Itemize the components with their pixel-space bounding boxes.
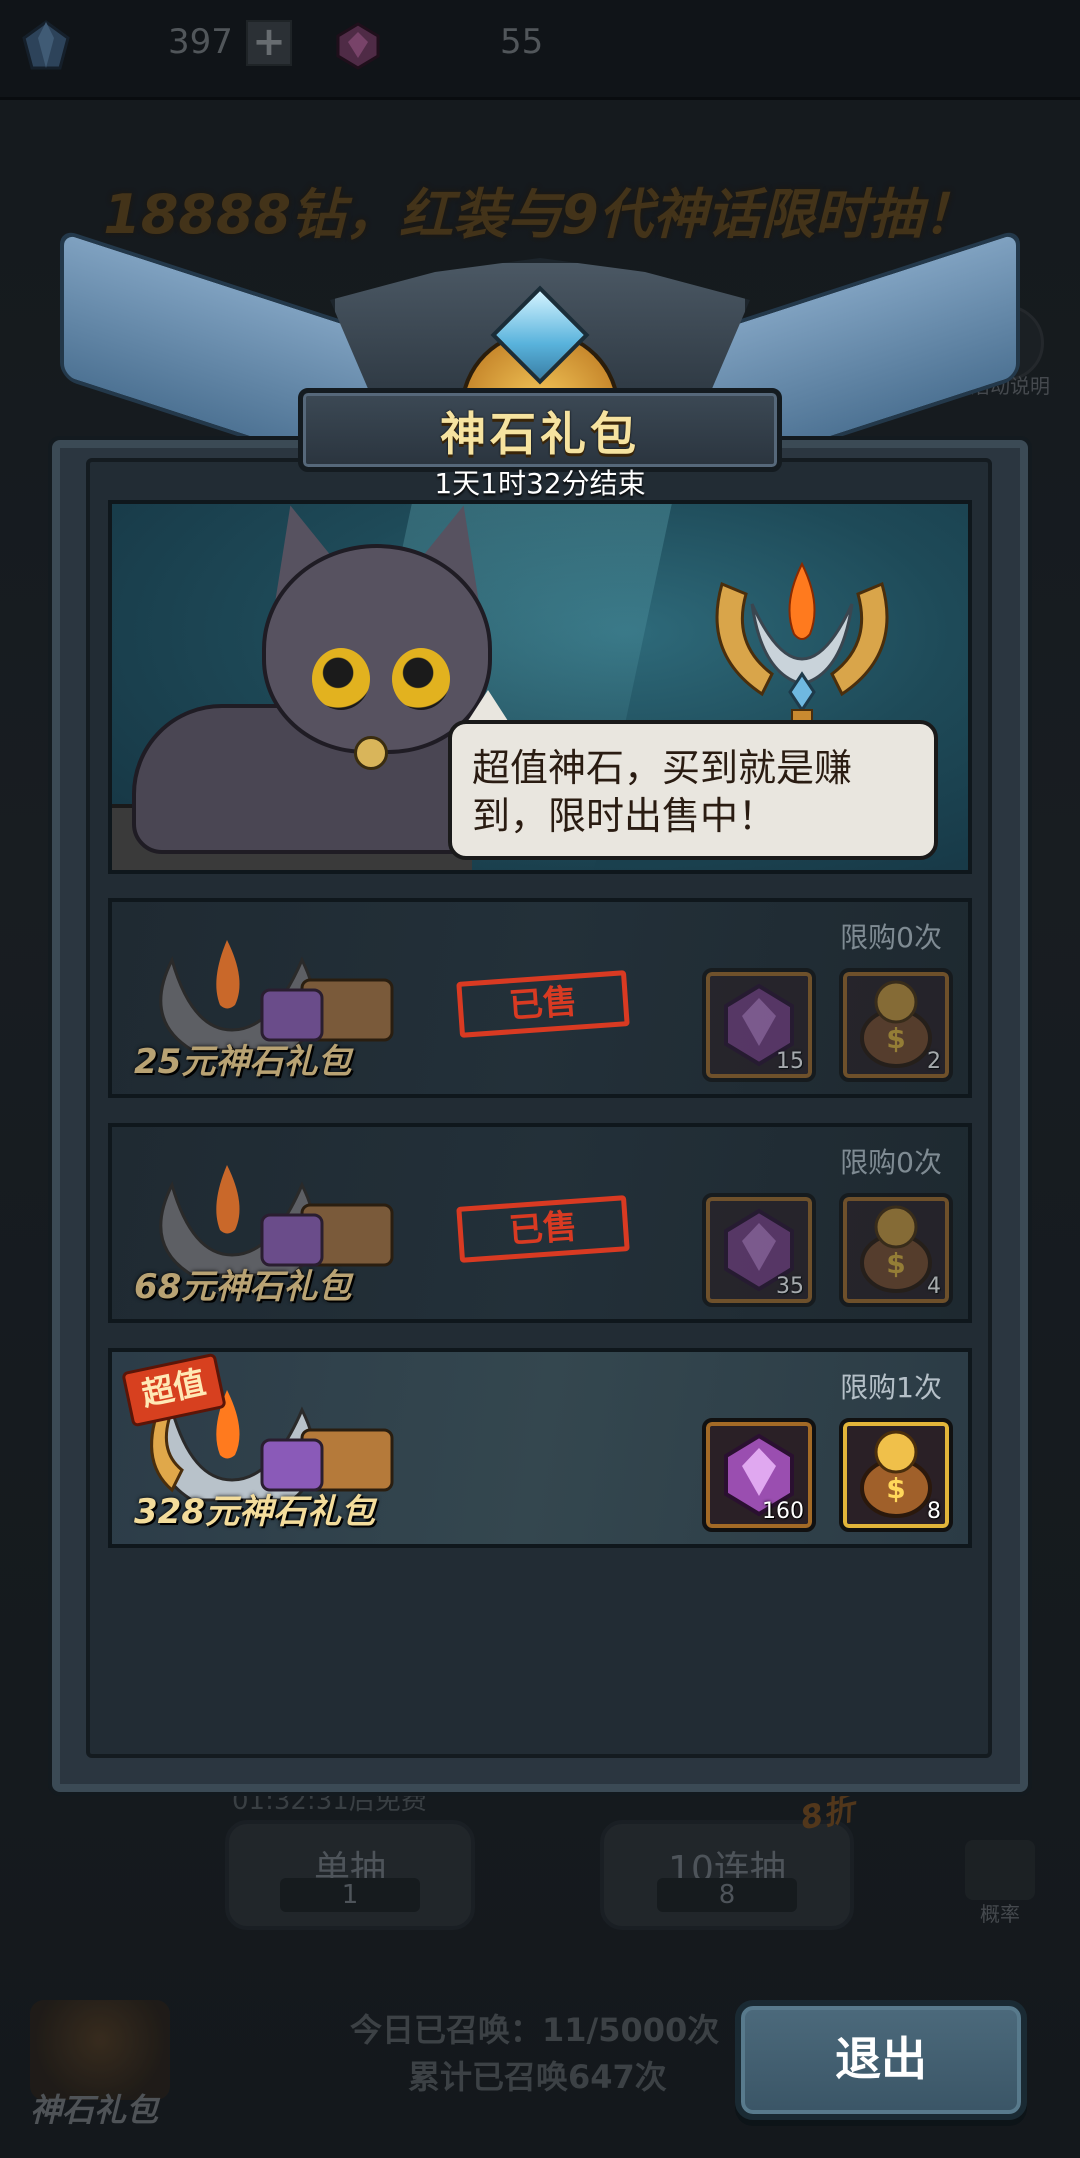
- purchase-limit: 限购0次: [840, 921, 942, 954]
- modal-empty-area: [108, 1552, 972, 1742]
- purchase-limit: 限购0次: [840, 1146, 942, 1179]
- sold-stamp: 已售: [456, 1195, 630, 1263]
- pack-name: 328元神石礼包: [134, 1492, 375, 1532]
- reward-count: 160: [762, 1499, 804, 1524]
- pack-name: 68元神石礼包: [134, 1267, 352, 1307]
- svg-text:$: $: [886, 1247, 905, 1280]
- svg-text:$: $: [886, 1022, 905, 1055]
- speech-bubble-tail: [466, 690, 510, 724]
- sold-stamp: 已售: [456, 970, 630, 1038]
- god-stone-reward-slot[interactable]: 160: [702, 1418, 816, 1532]
- reward-count: 35: [776, 1274, 804, 1299]
- exit-button[interactable]: 退出: [735, 2000, 1027, 2120]
- god-stone-trophy-icon: [715, 561, 889, 731]
- god-stone-reward-slot[interactable]: 35: [702, 1193, 816, 1307]
- reward-count: 8: [927, 1499, 941, 1524]
- reward-count: 2: [927, 1049, 941, 1074]
- gold-bag-reward-slot[interactable]: $ 8: [839, 1418, 953, 1532]
- gold-bag-reward-slot[interactable]: $ 2: [839, 968, 953, 1082]
- cat-eye-left: [312, 648, 370, 710]
- reward-count: 15: [776, 1049, 804, 1074]
- gold-bag-reward-slot[interactable]: $ 4: [839, 1193, 953, 1307]
- pack-row-68: 68元神石礼包 限购0次 已售 35 $ 4: [108, 1123, 972, 1323]
- pack-row-328[interactable]: 超值 328元神石礼包 限购1次 160 $ 8: [108, 1348, 972, 1548]
- god-stone-reward-slot[interactable]: 15: [702, 968, 816, 1082]
- modal-countdown: 1天1时32分结束: [434, 467, 646, 500]
- purchase-limit: 限购1次: [840, 1371, 942, 1404]
- speech-bubble: 超值神石，买到就是赚到，限时出售中！: [448, 720, 938, 860]
- modal-title: 神石礼包: [440, 407, 640, 461]
- pack-row-25: 25元神石礼包 限购0次 已售 15 $ 2: [108, 898, 972, 1098]
- svg-text:$: $: [886, 1472, 905, 1505]
- pack-name: 25元神石礼包: [134, 1042, 352, 1082]
- cat-eye-right: [392, 648, 450, 710]
- reward-count: 4: [927, 1274, 941, 1299]
- cat-bell-icon: [354, 736, 388, 770]
